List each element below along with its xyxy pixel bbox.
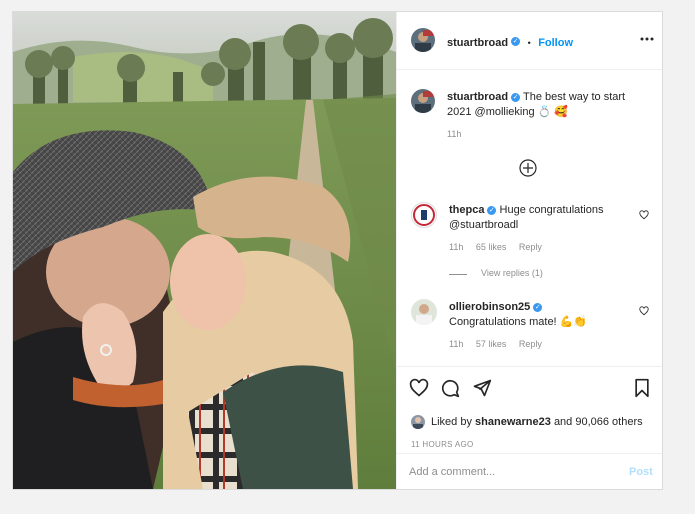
avatar[interactable] [411, 28, 435, 52]
reply-button[interactable]: Reply [519, 242, 542, 252]
verified-icon: ✓ [533, 302, 543, 312]
comment-username[interactable]: ollierobinson25 [449, 301, 530, 313]
comment-time: 11h [449, 242, 464, 252]
save-bookmark-icon[interactable] [633, 378, 651, 398]
likes-prefix: Liked by [431, 416, 472, 428]
post-timestamp: 11 HOURS AGO [411, 440, 474, 449]
verified-icon: ✓ [511, 37, 521, 47]
comment-time: 11h [449, 339, 464, 349]
comment-avatar[interactable] [411, 202, 437, 228]
comment-username[interactable]: thepca [449, 204, 484, 216]
post-card: stuartbroad ✓ • Follow stuartbroad ✓ The b… [12, 11, 663, 490]
comment-icon[interactable] [440, 378, 460, 398]
comment-avatar[interactable] [411, 299, 437, 325]
liker-username[interactable]: shanewarne23 [475, 416, 551, 428]
post-panel: stuartbroad ✓ • Follow stuartbroad ✓ The b… [396, 12, 662, 489]
comment-input[interactable]: Add a comment... [409, 466, 495, 478]
like-comment-heart-icon[interactable] [639, 306, 649, 316]
post-comment-button[interactable]: Post [629, 466, 653, 478]
comment-likes[interactable]: 65 likes [476, 242, 507, 252]
caption-username[interactable]: stuartbroad [447, 91, 508, 103]
likes-summary: Liked by shanewarne23 and 90,066 others [431, 416, 643, 428]
verified-icon: ✓ [511, 92, 521, 102]
view-replies-button[interactable]: View replies (1) [481, 268, 543, 278]
post-photo[interactable] [13, 12, 396, 489]
comment-text: Congratulations mate! 💪👏 [449, 316, 588, 328]
add-comment-bar: Add a comment... Post [397, 453, 662, 489]
separator-dot: • [527, 38, 531, 48]
caption-time: 11h [447, 129, 462, 139]
likes-suffix[interactable]: and 90,066 others [554, 416, 643, 428]
share-icon[interactable] [472, 378, 492, 398]
verified-icon: ✓ [487, 205, 497, 215]
like-comment-heart-icon[interactable] [639, 210, 649, 220]
follow-button[interactable]: Follow [538, 37, 573, 49]
caption-avatar[interactable] [411, 89, 435, 113]
load-more-comments-icon[interactable] [519, 159, 537, 177]
more-options-icon[interactable] [640, 32, 654, 46]
comment-likes[interactable]: 57 likes [476, 339, 507, 349]
replies-divider [449, 274, 467, 275]
reply-button[interactable]: Reply [519, 339, 542, 349]
engagement-photo [13, 12, 396, 489]
liker-avatar[interactable] [411, 415, 425, 429]
like-heart-icon[interactable] [409, 378, 429, 398]
post-username[interactable]: stuartbroad [447, 37, 508, 49]
post-header: stuartbroad ✓ • Follow [397, 12, 662, 70]
